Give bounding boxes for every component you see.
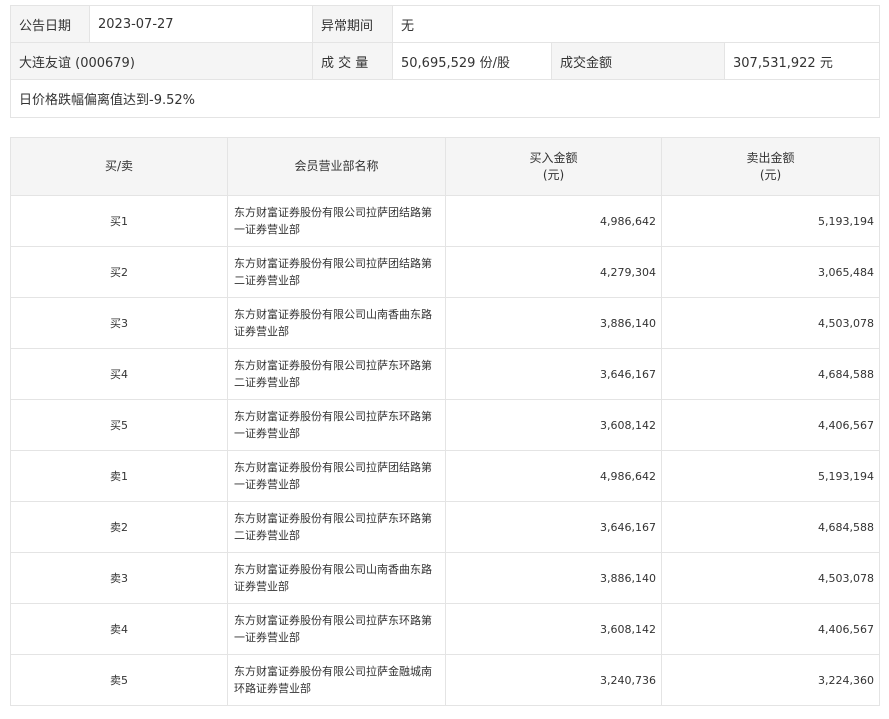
trading-branches-table: 买/卖 会员营业部名称 买入金额 (元) 卖出金额 (元) 买1 东方财富证券股份… bbox=[10, 137, 880, 706]
info-row-trade: 大连友谊 (000679) 成 交 量 50,695,529 份/股 成交金额 … bbox=[10, 42, 881, 80]
header-branch: 会员营业部名称 bbox=[227, 137, 446, 196]
header-buy-amount: 买入金额 (元) bbox=[445, 137, 662, 196]
amount-value: 307,531,922 元 bbox=[723, 42, 881, 80]
table-row: 买1 东方财富证券股份有限公司拉萨团结路第一证券营业部 4,986,642 5,193… bbox=[10, 195, 880, 247]
table-row: 买3 东方财富证券股份有限公司山南香曲东路证券营业部 3,886,140 4,503,… bbox=[10, 297, 880, 349]
sell-amount-cell: 3,224,360 bbox=[661, 654, 880, 706]
header-buy-unit: (元) bbox=[542, 167, 565, 182]
buy-amount-cell: 3,886,140 bbox=[445, 552, 662, 604]
volume-label: 成 交 量 bbox=[312, 42, 393, 80]
info-row-reason: 日价格跌幅偏离值达到-9.52% bbox=[9, 79, 881, 118]
date-label: 公告日期 bbox=[10, 5, 90, 43]
sell-amount-cell: 5,193,194 bbox=[661, 450, 880, 502]
table-row: 买2 东方财富证券股份有限公司拉萨团结路第二证券营业部 4,279,304 3,065… bbox=[10, 246, 880, 298]
header-sell-unit: (元) bbox=[759, 167, 782, 182]
branch-name-cell: 东方财富证券股份有限公司山南香曲东路证券营业部 bbox=[227, 552, 446, 604]
table-header-row: 买/卖 会员营业部名称 买入金额 (元) 卖出金额 (元) bbox=[10, 137, 880, 196]
direction-cell: 买4 bbox=[10, 348, 228, 400]
buy-amount-cell: 3,608,142 bbox=[445, 399, 662, 451]
volume-value: 50,695,529 份/股 bbox=[392, 42, 552, 80]
announcement-info-table: 公告日期 2023-07-27 异常期间 无 大连友谊 (000679) 成 交… bbox=[9, 5, 881, 118]
reason-text: 日价格跌幅偏离值达到-9.52% bbox=[9, 79, 881, 118]
header-sell-amount: 卖出金额 (元) bbox=[661, 137, 880, 196]
branch-name-cell: 东方财富证券股份有限公司拉萨东环路第一证券营业部 bbox=[227, 603, 446, 655]
buy-amount-cell: 4,279,304 bbox=[445, 246, 662, 298]
buy-amount-cell: 4,986,642 bbox=[445, 195, 662, 247]
direction-cell: 卖4 bbox=[10, 603, 228, 655]
sell-amount-cell: 4,503,078 bbox=[661, 552, 880, 604]
sell-amount-cell: 4,684,588 bbox=[661, 348, 880, 400]
table-row: 卖2 东方财富证券股份有限公司拉萨东环路第二证券营业部 3,646,167 4,684… bbox=[10, 501, 880, 553]
period-value: 无 bbox=[391, 5, 881, 43]
sell-amount-cell: 3,065,484 bbox=[661, 246, 880, 298]
branch-name-cell: 东方财富证券股份有限公司拉萨团结路第一证券营业部 bbox=[227, 195, 446, 247]
table-row: 卖1 东方财富证券股份有限公司拉萨团结路第一证券营业部 4,986,642 5,193… bbox=[10, 450, 880, 502]
buy-amount-cell: 4,986,642 bbox=[445, 450, 662, 502]
info-row-date: 公告日期 2023-07-27 异常期间 无 bbox=[10, 5, 881, 43]
direction-cell: 卖5 bbox=[10, 654, 228, 706]
branch-name-cell: 东方财富证券股份有限公司山南香曲东路证券营业部 bbox=[227, 297, 446, 349]
branch-name-cell: 东方财富证券股份有限公司拉萨团结路第二证券营业部 bbox=[227, 246, 446, 298]
header-direction: 买/卖 bbox=[10, 137, 228, 196]
table-row: 买5 东方财富证券股份有限公司拉萨东环路第一证券营业部 3,608,142 4,406… bbox=[10, 399, 880, 451]
sell-amount-cell: 5,193,194 bbox=[661, 195, 880, 247]
branch-name-cell: 东方财富证券股份有限公司拉萨金融城南环路证券营业部 bbox=[227, 654, 446, 706]
table-body: 买1 东方财富证券股份有限公司拉萨团结路第一证券营业部 4,986,642 5,193… bbox=[10, 195, 880, 706]
buy-amount-cell: 3,886,140 bbox=[445, 297, 662, 349]
date-value: 2023-07-27 bbox=[89, 5, 313, 43]
branch-name-cell: 东方财富证券股份有限公司拉萨东环路第二证券营业部 bbox=[227, 501, 446, 553]
branch-name-cell: 东方财富证券股份有限公司拉萨东环路第二证券营业部 bbox=[227, 348, 446, 400]
buy-amount-cell: 3,608,142 bbox=[445, 603, 662, 655]
header-sell-amount-label: 卖出金额 bbox=[746, 150, 795, 165]
direction-cell: 卖1 bbox=[10, 450, 228, 502]
direction-cell: 买2 bbox=[10, 246, 228, 298]
sell-amount-cell: 4,503,078 bbox=[661, 297, 880, 349]
table-row: 卖5 东方财富证券股份有限公司拉萨金融城南环路证券营业部 3,240,736 3,22… bbox=[10, 654, 880, 706]
period-label: 异常期间 bbox=[312, 5, 393, 43]
direction-cell: 买1 bbox=[10, 195, 228, 247]
table-row: 卖4 东方财富证券股份有限公司拉萨东环路第一证券营业部 3,608,142 4,406… bbox=[10, 603, 880, 655]
branch-name-cell: 东方财富证券股份有限公司拉萨团结路第一证券营业部 bbox=[227, 450, 446, 502]
sell-amount-cell: 4,406,567 bbox=[661, 399, 880, 451]
table-row: 买4 东方财富证券股份有限公司拉萨东环路第二证券营业部 3,646,167 4,684… bbox=[10, 348, 880, 400]
amount-label: 成交金额 bbox=[551, 42, 725, 80]
header-buy-amount-label: 买入金额 bbox=[529, 150, 578, 165]
sell-amount-cell: 4,684,588 bbox=[661, 501, 880, 553]
buy-amount-cell: 3,646,167 bbox=[445, 348, 662, 400]
direction-cell: 买5 bbox=[10, 399, 228, 451]
direction-cell: 买3 bbox=[10, 297, 228, 349]
direction-cell: 卖3 bbox=[10, 552, 228, 604]
sell-amount-cell: 4,406,567 bbox=[661, 603, 880, 655]
stock-name: 大连友谊 (000679) bbox=[10, 42, 313, 80]
table-row: 卖3 东方财富证券股份有限公司山南香曲东路证券营业部 3,886,140 4,503,… bbox=[10, 552, 880, 604]
branch-name-cell: 东方财富证券股份有限公司拉萨东环路第一证券营业部 bbox=[227, 399, 446, 451]
buy-amount-cell: 3,646,167 bbox=[445, 501, 662, 553]
buy-amount-cell: 3,240,736 bbox=[445, 654, 662, 706]
direction-cell: 卖2 bbox=[10, 501, 228, 553]
